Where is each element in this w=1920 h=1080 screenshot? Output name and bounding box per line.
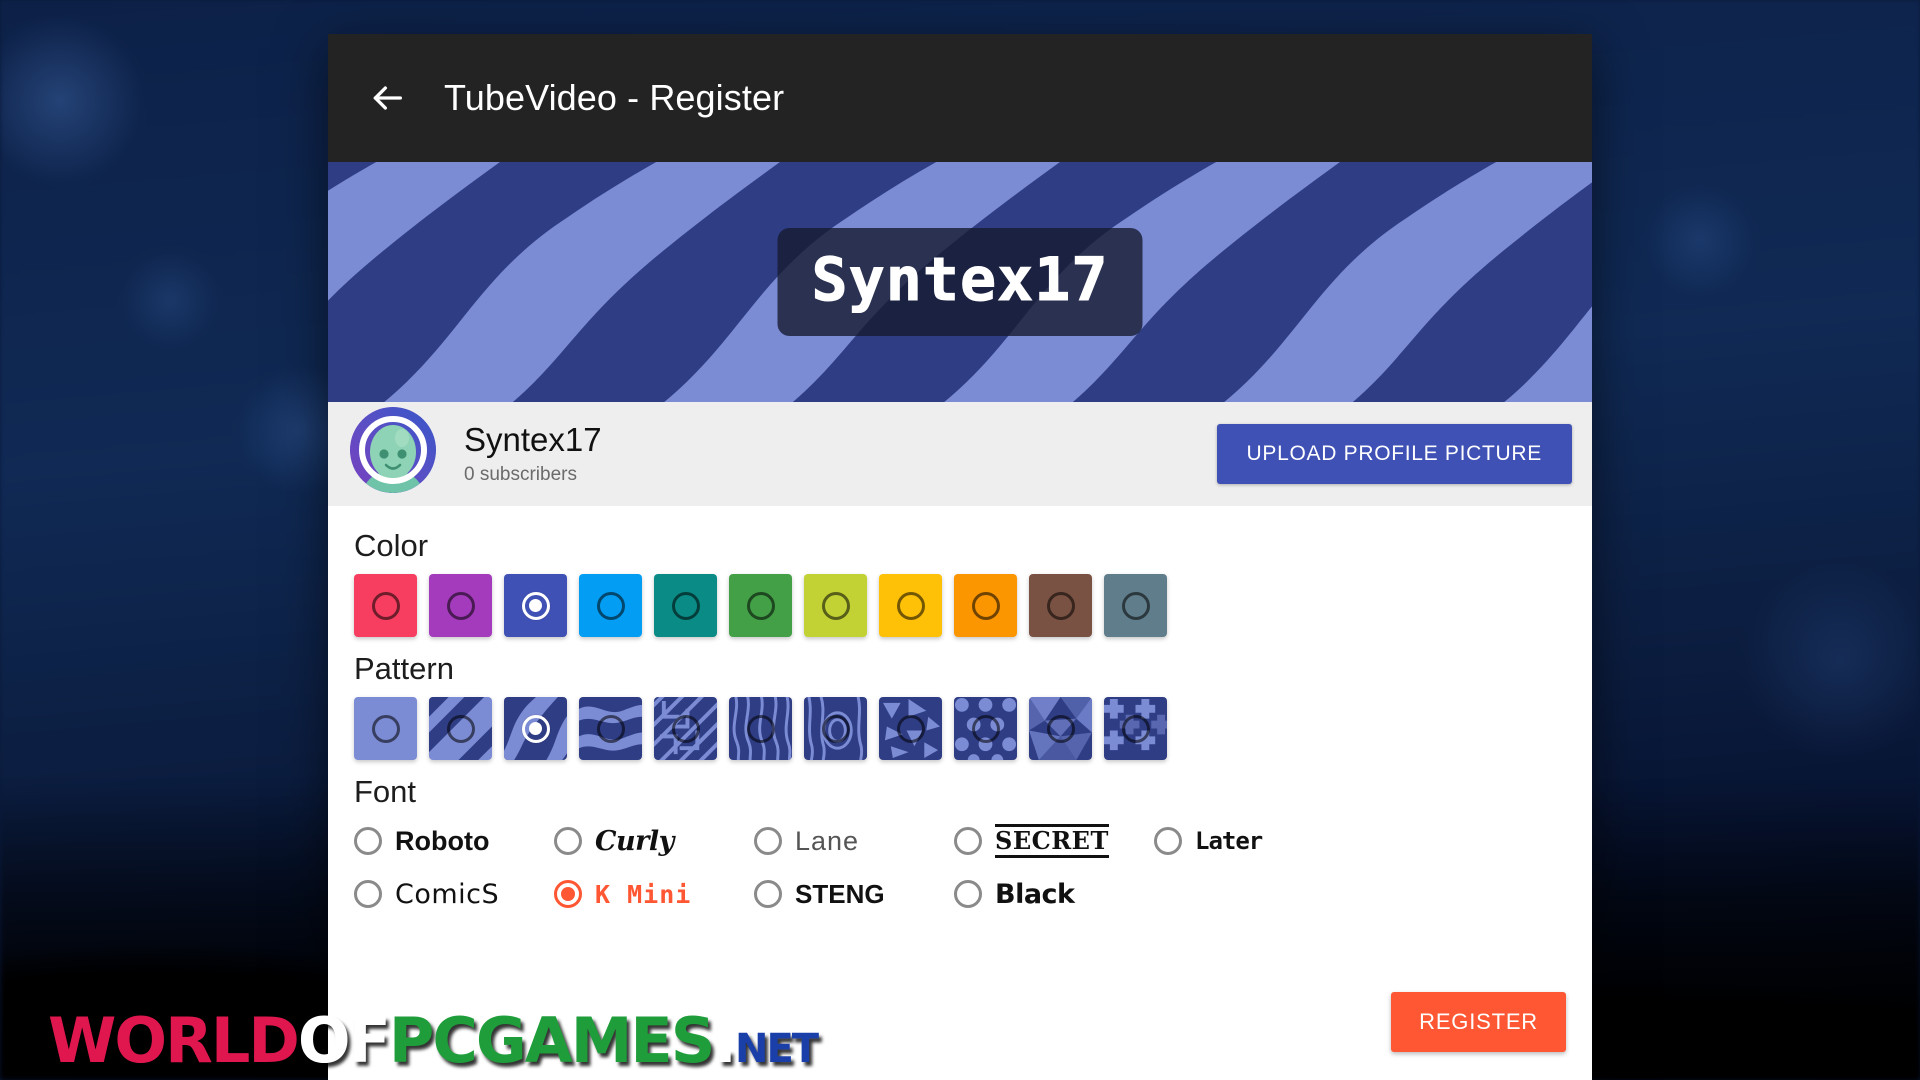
- pattern-swatch-solid[interactable]: [354, 697, 417, 760]
- channel-banner: Syntex17: [328, 162, 1592, 402]
- swatch-radio-indicator: [971, 714, 1000, 743]
- radio-button[interactable]: [554, 827, 582, 855]
- radio-button[interactable]: [554, 880, 582, 908]
- font-option-roboto[interactable]: Roboto: [354, 824, 554, 858]
- font-section-title: Font: [354, 774, 417, 809]
- pattern-swatch-low-poly[interactable]: [1029, 697, 1092, 760]
- app-window: TubeVideo - Register Syntex17 Syntex17 0…: [328, 34, 1592, 1080]
- watermark: WORLD OF PCGAMES . NET: [48, 1004, 819, 1077]
- banner-channel-name: Syntex17: [811, 245, 1109, 315]
- swatch-radio-indicator: [521, 591, 550, 620]
- swatch-radio-indicator: [371, 591, 400, 620]
- swatch-radio-indicator: [596, 714, 625, 743]
- color-swatch-light-blue[interactable]: [579, 574, 642, 637]
- alien-avatar-icon: [350, 407, 436, 493]
- pattern-section-title: Pattern: [354, 651, 454, 686]
- swatch-radio-indicator: [446, 714, 475, 743]
- font-option-black[interactable]: Black: [954, 880, 1154, 908]
- font-option-label: K Mini: [595, 879, 692, 909]
- font-option-lane[interactable]: Lane: [754, 824, 954, 858]
- color-section-title: Color: [354, 528, 429, 563]
- radio-button[interactable]: [1154, 827, 1182, 855]
- font-option-label: ComicS: [395, 878, 500, 910]
- color-swatch-row: [354, 574, 1566, 637]
- color-swatch-orange[interactable]: [954, 574, 1017, 637]
- pattern-swatch-triangles[interactable]: [879, 697, 942, 760]
- pattern-swatch-horizontal-waves[interactable]: [579, 697, 642, 760]
- swatch-radio-indicator: [971, 591, 1000, 620]
- watermark-dot: .: [713, 1004, 737, 1077]
- upload-profile-picture-button[interactable]: UPLOAD PROFILE PICTURE: [1216, 424, 1572, 484]
- customization-form: Color Pattern Font Roboto Curly Lane SECRET…: [328, 506, 1592, 1080]
- profile-channel-name: Syntex17: [464, 420, 602, 458]
- avatar[interactable]: [350, 407, 436, 493]
- profile-strip: Syntex17 0 subscribers UPLOAD PROFILE PI…: [328, 402, 1592, 506]
- swatch-radio-indicator: [896, 591, 925, 620]
- swatch-radio-indicator: [671, 714, 700, 743]
- color-swatch-indigo[interactable]: [504, 574, 567, 637]
- pattern-swatch-polka-dots[interactable]: [954, 697, 1017, 760]
- color-swatch-purple[interactable]: [429, 574, 492, 637]
- app-bar: TubeVideo - Register: [328, 34, 1592, 162]
- font-option-label: Curly: [595, 825, 674, 857]
- swatch-radio-indicator: [746, 714, 775, 743]
- radio-button[interactable]: [954, 827, 982, 855]
- font-option-later[interactable]: Later: [1154, 824, 1354, 858]
- font-option-label: SECRET: [995, 824, 1109, 858]
- swatch-radio-indicator: [1121, 591, 1150, 620]
- swatch-radio-indicator: [446, 591, 475, 620]
- swatch-radio-indicator: [1046, 591, 1075, 620]
- pattern-swatch-diagonal-stripes[interactable]: [429, 697, 492, 760]
- watermark-net: NET: [734, 1026, 819, 1072]
- color-swatch-lime[interactable]: [804, 574, 867, 637]
- radio-button[interactable]: [354, 880, 382, 908]
- font-option-label: Lane: [795, 825, 860, 856]
- font-option-secret[interactable]: SECRET: [954, 824, 1154, 858]
- radio-button[interactable]: [354, 827, 382, 855]
- radio-button[interactable]: [954, 880, 982, 908]
- banner-name-badge: Syntex17: [777, 228, 1143, 336]
- swatch-radio-indicator: [671, 591, 700, 620]
- pattern-swatch-crosses[interactable]: [1104, 697, 1167, 760]
- pattern-swatch-row: [354, 697, 1566, 760]
- color-swatch-brown[interactable]: [1029, 574, 1092, 637]
- swatch-radio-indicator: [896, 714, 925, 743]
- font-option-k-mini[interactable]: K Mini: [554, 880, 754, 908]
- arrow-left-icon[interactable]: [360, 71, 414, 125]
- swatch-radio-indicator: [1121, 714, 1150, 743]
- swatch-radio-indicator: [521, 714, 550, 743]
- color-swatch-amber[interactable]: [879, 574, 942, 637]
- font-option-label: Roboto: [395, 825, 490, 856]
- subscriber-count: 0 subscribers: [464, 464, 577, 486]
- swatch-radio-indicator: [821, 714, 850, 743]
- swatch-radio-indicator: [371, 714, 400, 743]
- swatch-radio-indicator: [1046, 714, 1075, 743]
- pattern-swatch-wood-rings[interactable]: [804, 697, 867, 760]
- color-swatch-pink[interactable]: [354, 574, 417, 637]
- swatch-radio-indicator: [821, 591, 850, 620]
- radio-button[interactable]: [754, 880, 782, 908]
- color-swatch-teal[interactable]: [654, 574, 717, 637]
- font-option-label: Black: [995, 878, 1075, 910]
- font-option-curly[interactable]: Curly: [554, 824, 754, 858]
- font-option-label: STENG: [795, 879, 885, 909]
- pattern-swatch-wood-grain[interactable]: [729, 697, 792, 760]
- watermark-pcgames: PCGAMES: [388, 1004, 716, 1077]
- swatch-radio-indicator: [596, 591, 625, 620]
- font-option-comics[interactable]: ComicS: [354, 880, 554, 908]
- font-option-label: Later: [1195, 827, 1263, 855]
- font-option-grid: Roboto Curly Lane SECRET Later ComicS K Mini ST…: [354, 824, 1354, 908]
- page-title: TubeVideo - Register: [444, 77, 785, 118]
- font-option-steng[interactable]: STENG: [754, 880, 954, 908]
- swatch-radio-indicator: [746, 591, 775, 620]
- pattern-swatch-waves[interactable]: [504, 697, 567, 760]
- watermark-world: WORLD: [48, 1004, 300, 1077]
- color-swatch-blue-grey[interactable]: [1104, 574, 1167, 637]
- profile-text-block: Syntex17 0 subscribers: [464, 420, 602, 486]
- register-button[interactable]: REGISTER: [1391, 992, 1566, 1052]
- watermark-of: OF: [297, 1004, 391, 1077]
- radio-button[interactable]: [754, 827, 782, 855]
- pattern-swatch-maze[interactable]: [654, 697, 717, 760]
- color-swatch-green[interactable]: [729, 574, 792, 637]
